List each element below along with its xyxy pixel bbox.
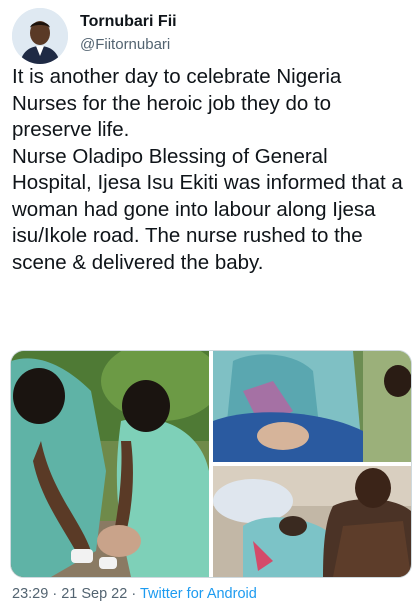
tweet-paragraph: Nurse Oladipo Blessing of General Hospit… bbox=[12, 144, 403, 274]
meta-separator: · bbox=[127, 586, 140, 602]
avatar[interactable] bbox=[12, 8, 68, 64]
tweet-paragraph: It is another day to celebrate Nigeria N… bbox=[12, 65, 342, 141]
photo-nurses-roadside[interactable] bbox=[11, 351, 209, 577]
tweet-date[interactable]: 21 Sep 22 bbox=[61, 586, 127, 602]
media-grid bbox=[10, 350, 412, 578]
tweet-meta: 23:29 · 21 Sep 22 · Twitter for Android bbox=[12, 586, 257, 602]
tweet-text: It is another day to celebrate Nigeria N… bbox=[12, 64, 404, 276]
tweet-time[interactable]: 23:29 bbox=[12, 586, 48, 602]
photo-mother-with-baby[interactable] bbox=[213, 466, 411, 577]
tweet-source-link[interactable]: Twitter for Android bbox=[140, 586, 257, 602]
meta-separator: · bbox=[48, 586, 62, 602]
display-name[interactable]: Tornubari Fii bbox=[80, 12, 177, 32]
user-names: Tornubari Fii @Fiitornubari bbox=[80, 12, 177, 55]
photo-nurse-with-baby[interactable] bbox=[213, 351, 411, 462]
user-handle[interactable]: @Fiitornubari bbox=[80, 35, 177, 55]
tweet-header: Tornubari Fii @Fiitornubari bbox=[10, 6, 406, 64]
